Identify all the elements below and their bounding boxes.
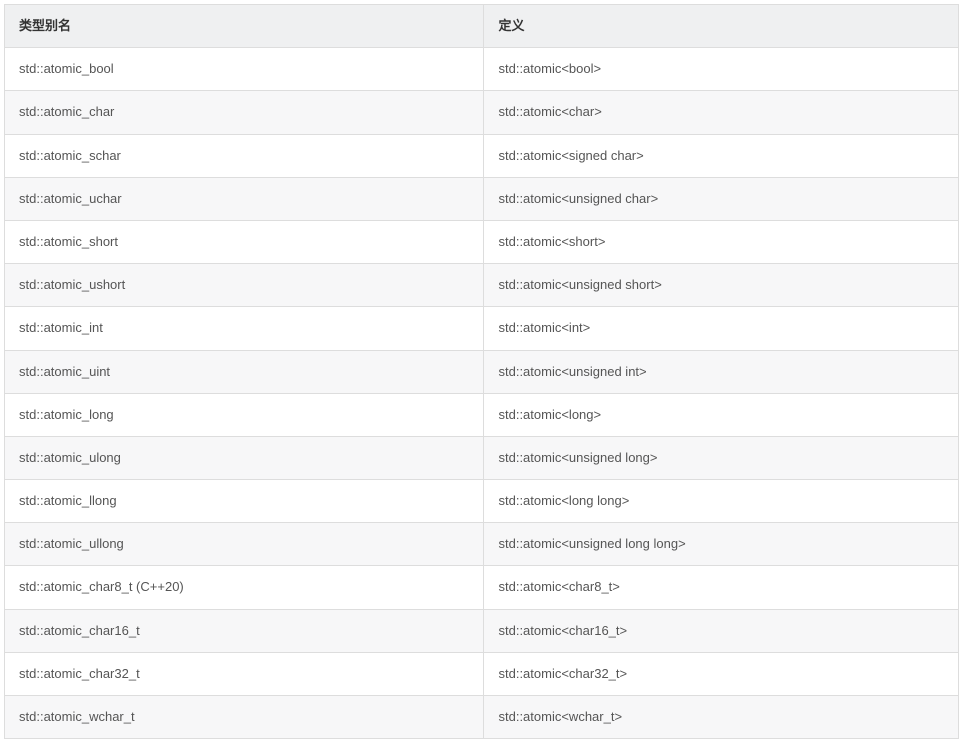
cell-type-alias: std::atomic_bool bbox=[5, 48, 484, 91]
table-row: std::atomic_charstd::atomic<char> bbox=[5, 91, 959, 134]
table-row: std::atomic_scharstd::atomic<signed char… bbox=[5, 134, 959, 177]
cell-definition: std::atomic<signed char> bbox=[484, 134, 959, 177]
table-row: std::atomic_ushortstd::atomic<unsigned s… bbox=[5, 264, 959, 307]
table-row: std::atomic_longstd::atomic<long> bbox=[5, 393, 959, 436]
cell-definition: std::atomic<wchar_t> bbox=[484, 696, 959, 739]
cell-definition: std::atomic<char32_t> bbox=[484, 652, 959, 695]
cell-type-alias: std::atomic_short bbox=[5, 220, 484, 263]
cell-definition: std::atomic<unsigned long long> bbox=[484, 523, 959, 566]
cell-type-alias: std::atomic_llong bbox=[5, 480, 484, 523]
cell-definition: std::atomic<unsigned short> bbox=[484, 264, 959, 307]
table-row: std::atomic_intstd::atomic<int> bbox=[5, 307, 959, 350]
cell-definition: std::atomic<bool> bbox=[484, 48, 959, 91]
cell-type-alias: std::atomic_char32_t bbox=[5, 652, 484, 695]
cell-type-alias: std::atomic_uint bbox=[5, 350, 484, 393]
table-row: std::atomic_ulongstd::atomic<unsigned lo… bbox=[5, 436, 959, 479]
cell-type-alias: std::atomic_ullong bbox=[5, 523, 484, 566]
cell-definition: std::atomic<short> bbox=[484, 220, 959, 263]
cell-type-alias: std::atomic_long bbox=[5, 393, 484, 436]
table-row: std::atomic_llongstd::atomic<long long> bbox=[5, 480, 959, 523]
header-type-alias: 类型别名 bbox=[5, 5, 484, 48]
table-row: std::atomic_char32_tstd::atomic<char32_t… bbox=[5, 652, 959, 695]
cell-type-alias: std::atomic_uchar bbox=[5, 177, 484, 220]
atomic-type-alias-table: 类型别名 定义 std::atomic_boolstd::atomic<bool… bbox=[4, 4, 959, 739]
table-row: std::atomic_char8_t (C++20)std::atomic<c… bbox=[5, 566, 959, 609]
cell-definition: std::atomic<long> bbox=[484, 393, 959, 436]
cell-type-alias: std::atomic_int bbox=[5, 307, 484, 350]
cell-definition: std::atomic<int> bbox=[484, 307, 959, 350]
cell-type-alias: std::atomic_char bbox=[5, 91, 484, 134]
cell-definition: std::atomic<char8_t> bbox=[484, 566, 959, 609]
table-row: std::atomic_shortstd::atomic<short> bbox=[5, 220, 959, 263]
table-row: std::atomic_uintstd::atomic<unsigned int… bbox=[5, 350, 959, 393]
cell-definition: std::atomic<char16_t> bbox=[484, 609, 959, 652]
cell-definition: std::atomic<unsigned char> bbox=[484, 177, 959, 220]
cell-type-alias: std::atomic_schar bbox=[5, 134, 484, 177]
table-row: std::atomic_char16_tstd::atomic<char16_t… bbox=[5, 609, 959, 652]
cell-definition: std::atomic<unsigned int> bbox=[484, 350, 959, 393]
cell-type-alias: std::atomic_ushort bbox=[5, 264, 484, 307]
table-row: std::atomic_ucharstd::atomic<unsigned ch… bbox=[5, 177, 959, 220]
cell-definition: std::atomic<char> bbox=[484, 91, 959, 134]
cell-definition: std::atomic<long long> bbox=[484, 480, 959, 523]
cell-definition: std::atomic<unsigned long> bbox=[484, 436, 959, 479]
table-row: std::atomic_wchar_tstd::atomic<wchar_t> bbox=[5, 696, 959, 739]
cell-type-alias: std::atomic_wchar_t bbox=[5, 696, 484, 739]
cell-type-alias: std::atomic_char8_t (C++20) bbox=[5, 566, 484, 609]
table-row: std::atomic_ullongstd::atomic<unsigned l… bbox=[5, 523, 959, 566]
table-row: std::atomic_boolstd::atomic<bool> bbox=[5, 48, 959, 91]
cell-type-alias: std::atomic_ulong bbox=[5, 436, 484, 479]
cell-type-alias: std::atomic_char16_t bbox=[5, 609, 484, 652]
header-definition: 定义 bbox=[484, 5, 959, 48]
